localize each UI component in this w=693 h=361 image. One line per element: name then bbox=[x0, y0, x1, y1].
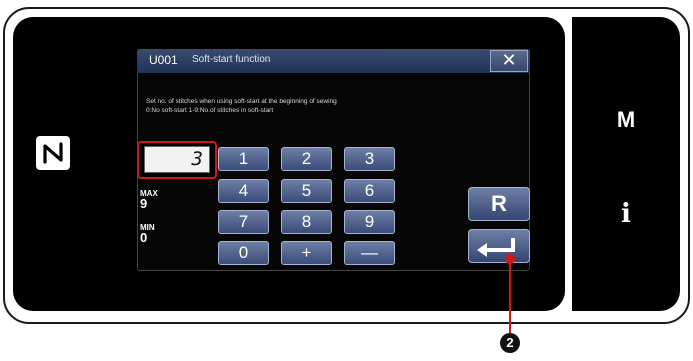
key-6[interactable]: 6 bbox=[344, 179, 395, 203]
close-button[interactable]: ✕ bbox=[490, 50, 528, 72]
max-value: 9 bbox=[140, 196, 148, 211]
nfc-icon bbox=[36, 136, 70, 170]
enter-icon bbox=[477, 238, 515, 257]
callout-line bbox=[509, 258, 511, 333]
key-1[interactable]: 1 bbox=[218, 147, 269, 171]
key-8[interactable]: 8 bbox=[281, 210, 332, 234]
min-value: 0 bbox=[140, 230, 148, 245]
reset-button[interactable]: R bbox=[468, 187, 530, 221]
description-line-1: Set no. of stitches when using soft-star… bbox=[146, 98, 337, 105]
side-panel: M i bbox=[572, 17, 680, 311]
dialog-title-bar: U001 Soft-start function bbox=[137, 49, 530, 73]
dialog-title: Soft-start function bbox=[192, 54, 271, 65]
minus-key[interactable]: — bbox=[344, 241, 395, 265]
description-line-2: 0:No soft-start 1-9:No.of stitches in so… bbox=[146, 107, 274, 114]
function-code: U001 bbox=[149, 53, 178, 67]
key-2[interactable]: 2 bbox=[281, 147, 332, 171]
key-3[interactable]: 3 bbox=[344, 147, 395, 171]
key-9[interactable]: 9 bbox=[344, 210, 395, 234]
callout-number-badge: 2 bbox=[500, 333, 520, 353]
key-5[interactable]: 5 bbox=[281, 179, 332, 203]
plus-key[interactable]: + bbox=[281, 241, 332, 265]
enter-button[interactable] bbox=[468, 229, 530, 263]
key-7[interactable]: 7 bbox=[218, 210, 269, 234]
callout-dot bbox=[505, 254, 515, 264]
mode-button[interactable]: M bbox=[572, 107, 680, 133]
key-4[interactable]: 4 bbox=[218, 179, 269, 203]
stitch-count-field[interactable]: 3 bbox=[144, 146, 210, 173]
info-button[interactable]: i bbox=[572, 199, 680, 229]
key-0[interactable]: 0 bbox=[218, 241, 269, 265]
